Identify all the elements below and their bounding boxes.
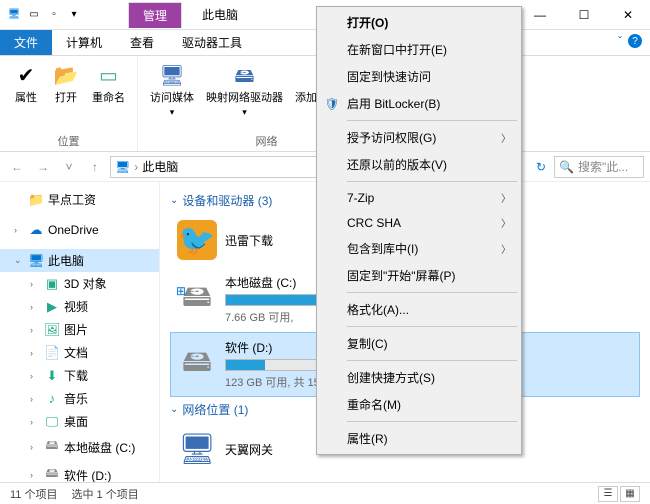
ctx-crc-sha[interactable]: CRC SHA〉 bbox=[319, 210, 519, 235]
separator bbox=[347, 181, 517, 182]
ctx-enable-bitlocker[interactable]: 🛡启用 BitLocker(B) bbox=[319, 90, 519, 117]
qat-new-folder-icon[interactable]: ▫ bbox=[46, 7, 62, 23]
chevron-right-icon: 〉 bbox=[501, 190, 511, 205]
ribbon-access-media-button[interactable]: 🖥访问媒体▾ bbox=[144, 60, 200, 120]
navigation-tree: 📁早点工资 ›☁OneDrive ⌄🖥此电脑 ›▣3D 对象 ›▶视频 ›🖼图片… bbox=[0, 182, 160, 482]
ribbon-map-drive-button[interactable]: 🖴映射网络驱动器▾ bbox=[200, 60, 289, 120]
separator bbox=[347, 326, 517, 327]
tree-item-local-c[interactable]: ›🖴本地磁盘 (C:) bbox=[0, 433, 159, 461]
tree-item-downloads[interactable]: ›⬇下载 bbox=[0, 364, 159, 387]
ctx-pin-quick-access[interactable]: 固定到快速访问 bbox=[319, 63, 519, 90]
ribbon-collapse-icon[interactable]: ˇ bbox=[618, 34, 622, 48]
chevron-right-icon: 〉 bbox=[501, 241, 511, 256]
status-selected-count: 选中 1 个项目 bbox=[71, 486, 138, 502]
nav-back-button[interactable]: ← bbox=[6, 156, 28, 178]
drive-icon: 🖴 bbox=[44, 436, 60, 458]
chevron-down-icon: ⌄ bbox=[170, 404, 178, 415]
tab-view[interactable]: 查看 bbox=[116, 30, 168, 55]
ribbon-group-location-label: 位置 bbox=[58, 133, 80, 149]
status-bar: 11 个项目 选中 1 个项目 ☰ ▦ bbox=[0, 482, 650, 504]
ctx-format[interactable]: 格式化(A)... bbox=[319, 296, 519, 323]
download-icon: ⬇ bbox=[44, 368, 60, 384]
tree-item-3d-objects[interactable]: ›▣3D 对象 bbox=[0, 272, 159, 295]
tab-drive-tools[interactable]: 驱动器工具 bbox=[168, 30, 256, 55]
close-button[interactable]: ✕ bbox=[606, 1, 650, 29]
ctx-open-new-window[interactable]: 在新窗口中打开(E) bbox=[319, 36, 519, 63]
qat-properties-icon[interactable]: ▭ bbox=[26, 7, 42, 23]
app-icon: 🖥 bbox=[6, 7, 22, 23]
help-icon[interactable]: ? bbox=[628, 34, 642, 48]
tree-item-thispc[interactable]: ⌄🖥此电脑 bbox=[0, 249, 159, 272]
gateway-icon: 🖥 bbox=[177, 429, 217, 469]
ctx-open[interactable]: 打开(O) bbox=[319, 9, 519, 36]
music-icon: ♪ bbox=[44, 391, 60, 406]
drive-icon: 🖴⊞ bbox=[177, 280, 217, 320]
tab-computer[interactable]: 计算机 bbox=[52, 30, 116, 55]
context-menu: 打开(O) 在新窗口中打开(E) 固定到快速访问 🛡启用 BitLocker(B… bbox=[316, 6, 522, 455]
separator bbox=[347, 292, 517, 293]
nav-recent-dropdown[interactable]: ˅ bbox=[58, 156, 80, 178]
maximize-button[interactable]: ☐ bbox=[562, 1, 606, 29]
window-title: 此电脑 bbox=[202, 6, 238, 23]
ribbon-group-network-label: 网络 bbox=[256, 133, 278, 149]
chevron-right-icon: 〉 bbox=[501, 130, 511, 145]
tree-item-onedrive[interactable]: ›☁OneDrive bbox=[0, 219, 159, 241]
breadcrumb-current[interactable]: 此电脑 bbox=[142, 158, 178, 175]
drive-icon: 🖴 bbox=[177, 345, 217, 385]
ribbon-rename-button[interactable]: ▭重命名 bbox=[86, 60, 131, 107]
drive-icon: 🖴 bbox=[44, 464, 60, 482]
breadcrumb-chevron-icon[interactable]: › bbox=[134, 160, 138, 174]
chevron-right-icon: 〉 bbox=[501, 215, 511, 230]
nav-up-button[interactable]: ↑ bbox=[84, 156, 106, 178]
chevron-down-icon: ⌄ bbox=[170, 195, 178, 206]
qat-dropdown-icon[interactable]: ▾ bbox=[66, 7, 82, 23]
ctx-pin-start[interactable]: 固定到"开始"屏幕(P) bbox=[319, 262, 519, 289]
pc-icon: 🖥 bbox=[28, 253, 44, 269]
ctx-properties[interactable]: 属性(R) bbox=[319, 425, 519, 452]
contextual-tab-manage[interactable]: 管理 bbox=[128, 2, 182, 28]
nav-forward-button[interactable]: → bbox=[32, 156, 54, 178]
ctx-grant-access[interactable]: 授予访问权限(G)〉 bbox=[319, 124, 519, 151]
video-icon: ▶ bbox=[44, 299, 60, 315]
desktop-icon: 🖵 bbox=[44, 414, 60, 430]
tab-file[interactable]: 文件 bbox=[0, 30, 52, 55]
separator bbox=[347, 360, 517, 361]
ctx-copy[interactable]: 复制(C) bbox=[319, 330, 519, 357]
separator bbox=[347, 421, 517, 422]
picture-icon: 🖼 bbox=[44, 322, 60, 338]
pc-icon: 🖥 bbox=[115, 160, 130, 174]
shield-icon: 🛡 bbox=[323, 97, 341, 111]
document-icon: 📄 bbox=[44, 345, 60, 361]
search-icon: 🔍 bbox=[559, 160, 574, 174]
cube-icon: ▣ bbox=[44, 276, 60, 292]
ctx-restore-versions[interactable]: 还原以前的版本(V) bbox=[319, 151, 519, 178]
refresh-button[interactable]: ↻ bbox=[532, 160, 550, 174]
ctx-7zip[interactable]: 7-Zip〉 bbox=[319, 185, 519, 210]
ribbon-open-button[interactable]: 📂打开 bbox=[46, 60, 86, 107]
xunlei-icon: 🐦 bbox=[177, 220, 217, 260]
ctx-include-library[interactable]: 包含到库中(I)〉 bbox=[319, 235, 519, 262]
tree-item-documents[interactable]: ›📄文档 bbox=[0, 341, 159, 364]
ctx-create-shortcut[interactable]: 创建快捷方式(S) bbox=[319, 364, 519, 391]
view-details-button[interactable]: ☰ bbox=[598, 486, 618, 502]
tree-item-desktop[interactable]: ›🖵桌面 bbox=[0, 410, 159, 433]
tree-item-folder[interactable]: 📁早点工资 bbox=[0, 188, 159, 211]
ribbon-properties-button[interactable]: ✔属性 bbox=[6, 60, 46, 107]
ctx-rename[interactable]: 重命名(M) bbox=[319, 391, 519, 418]
search-input[interactable]: 🔍 搜索"此... bbox=[554, 156, 644, 178]
view-large-button[interactable]: ▦ bbox=[620, 486, 640, 502]
status-item-count: 11 个项目 bbox=[10, 486, 57, 502]
tree-item-pictures[interactable]: ›🖼图片 bbox=[0, 318, 159, 341]
tree-item-videos[interactable]: ›▶视频 bbox=[0, 295, 159, 318]
tree-item-software-d[interactable]: ›🖴软件 (D:) bbox=[0, 461, 159, 482]
minimize-button[interactable]: ― bbox=[518, 1, 562, 29]
folder-icon: 📁 bbox=[28, 192, 44, 208]
cloud-icon: ☁ bbox=[28, 222, 44, 238]
separator bbox=[347, 120, 517, 121]
tree-item-music[interactable]: ›♪音乐 bbox=[0, 387, 159, 410]
